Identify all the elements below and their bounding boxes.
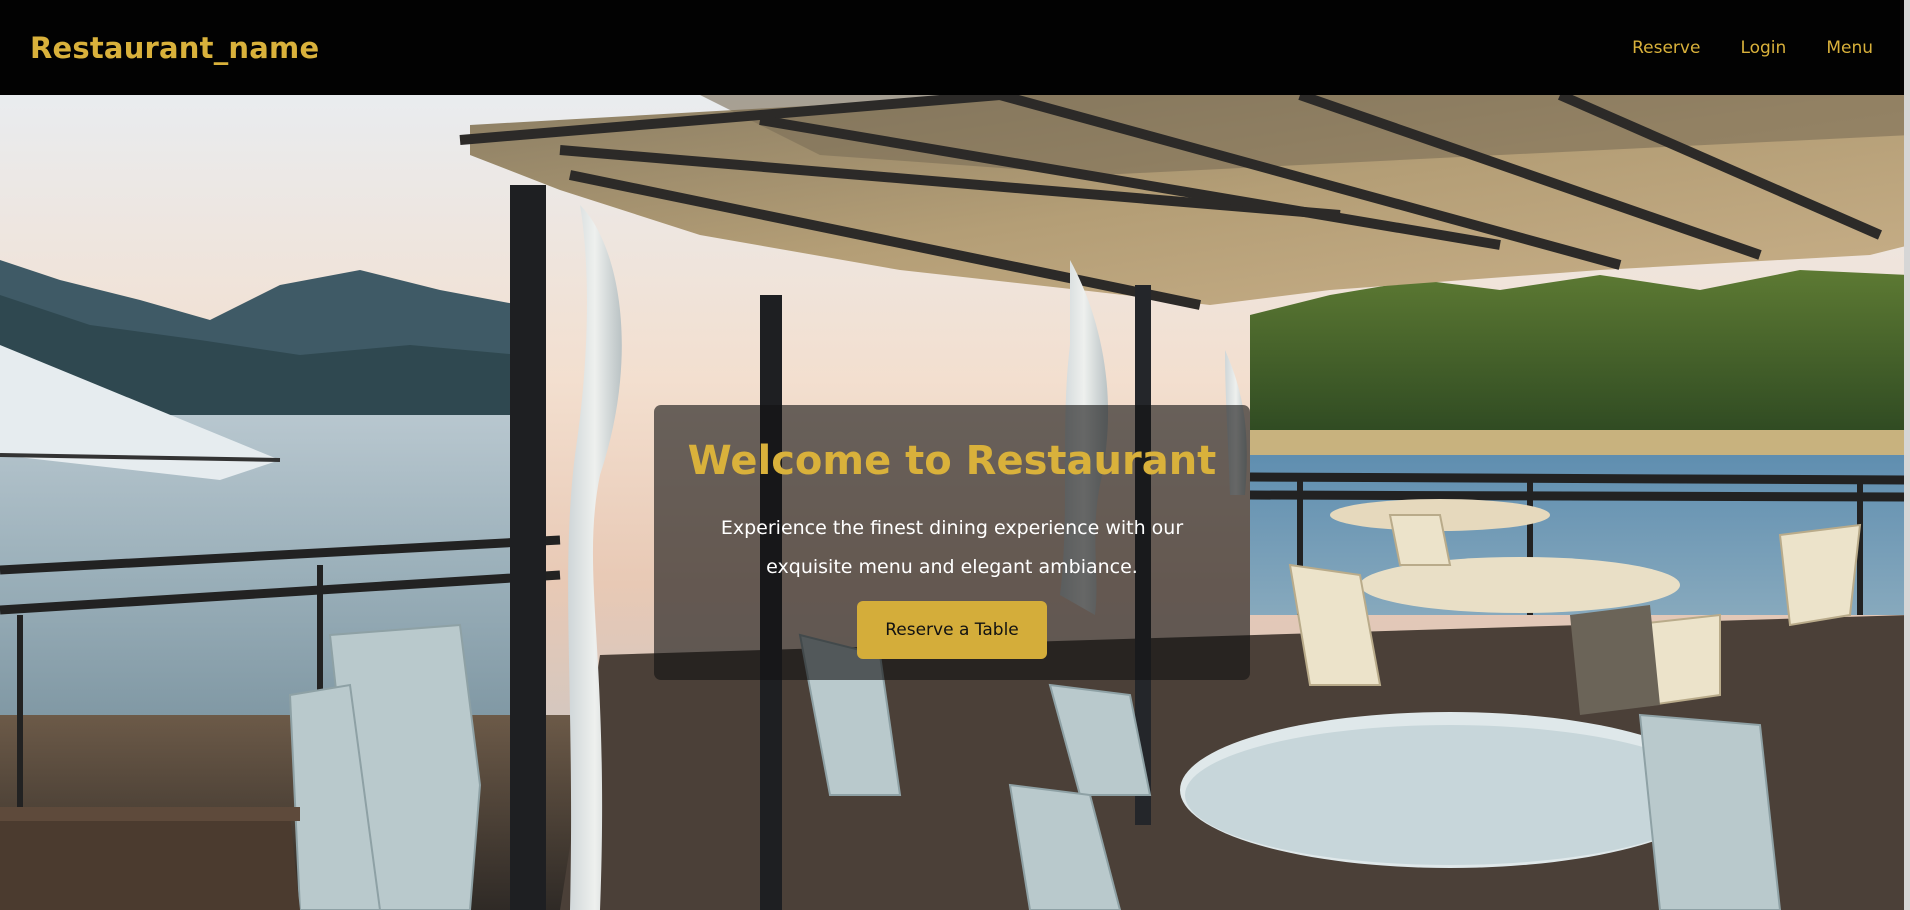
welcome-text: Experience the finest dining experience … <box>720 517 1184 578</box>
nav-links: Reserve Login Menu <box>1632 38 1873 58</box>
nav-link-menu[interactable]: Menu <box>1826 38 1873 58</box>
top-navbar: Restaurant_name Reserve Login Menu <box>0 0 1910 95</box>
brand-logo-text[interactable]: Restaurant_name <box>30 31 319 65</box>
page-scrollbar[interactable] <box>1904 0 1910 910</box>
welcome-title: Welcome to Restaurant <box>687 438 1217 484</box>
welcome-card: Welcome to Restaurant Experience the fin… <box>654 405 1250 680</box>
nav-link-reserve[interactable]: Reserve <box>1632 38 1700 58</box>
hero-section: Welcome to Restaurant Experience the fin… <box>0 95 1910 910</box>
nav-link-login[interactable]: Login <box>1740 38 1786 58</box>
reserve-table-button[interactable]: Reserve a Table <box>857 601 1047 659</box>
